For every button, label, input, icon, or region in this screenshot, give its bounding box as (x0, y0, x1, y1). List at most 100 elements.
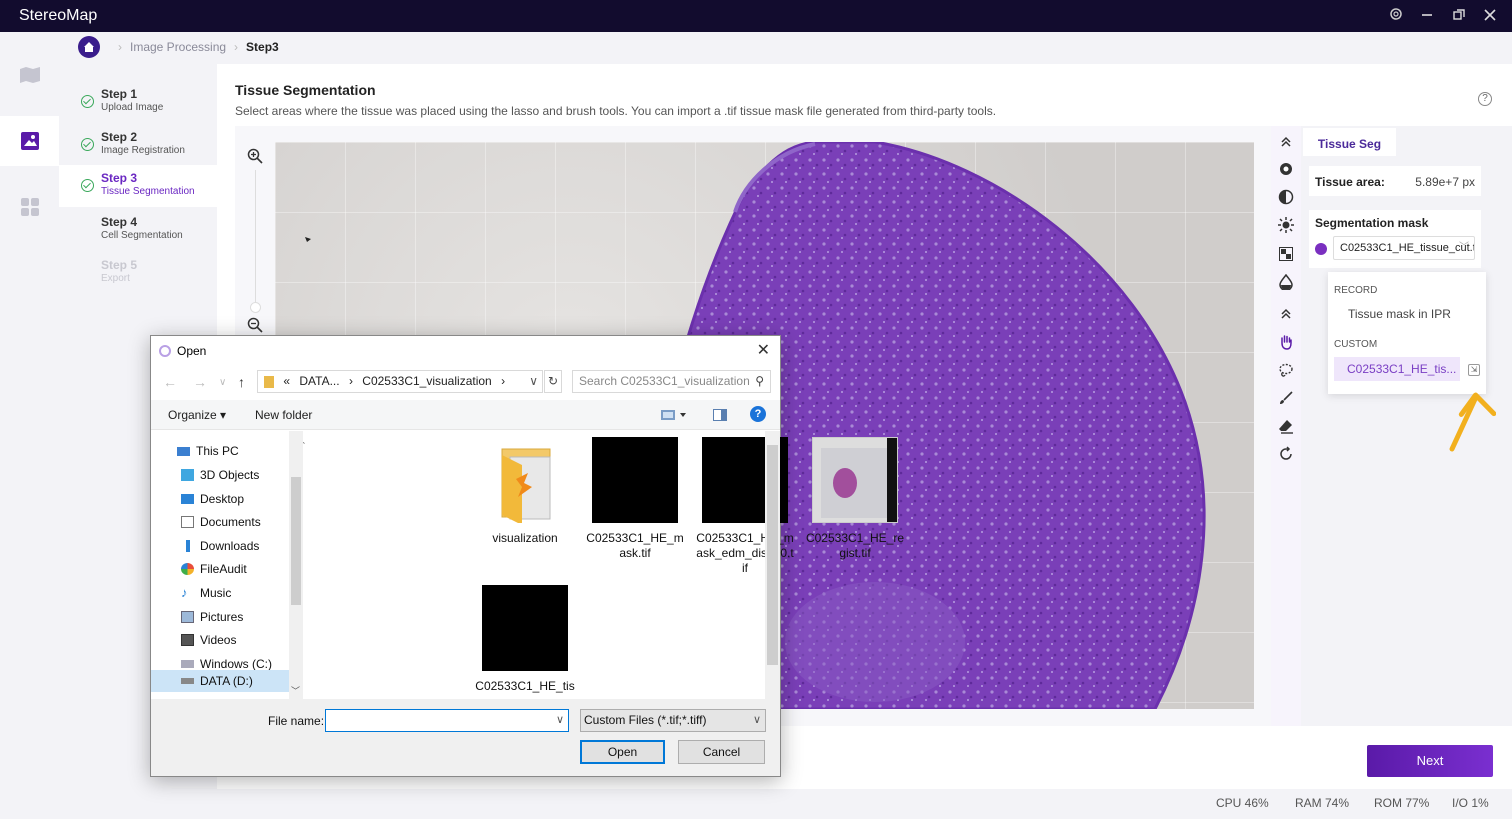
tree-item-3d-objects[interactable]: 3D Objects (181, 468, 259, 482)
new-folder-button[interactable]: New folder (255, 408, 312, 422)
segmentation-mask-select[interactable]: C02533C1_HE_tissue_cut.tif ﹀ (1333, 236, 1475, 260)
title-bar: StereoMap (0, 0, 1512, 32)
recent-locations-icon[interactable]: ∨ (219, 377, 226, 388)
help-icon[interactable]: ? (1478, 92, 1492, 106)
scroll-down-icon[interactable]: ﹀ (291, 684, 300, 697)
file-type-value: Custom Files (*.tif;*.tiff) (584, 713, 707, 727)
zoom-slider-handle[interactable] (250, 302, 261, 313)
breadcrumb-item-image-processing[interactable]: Image Processing (130, 40, 226, 54)
tree-item-fileaudit[interactable]: FileAudit (181, 562, 247, 576)
brightness-icon[interactable] (1276, 215, 1296, 235)
tree-scrollbar-thumb[interactable] (291, 477, 301, 605)
rail-item-map[interactable] (0, 50, 59, 100)
checkerboard-icon[interactable] (1276, 244, 1296, 264)
file-name-caption: visualization (492, 531, 558, 545)
help-icon[interactable]: ? (750, 406, 766, 422)
tree-item-label: Music (200, 586, 232, 600)
dialog-title: Open (177, 344, 207, 358)
collapse-up-icon[interactable] (1276, 304, 1296, 324)
zoom-slider-track[interactable] (255, 170, 256, 306)
address-segment-folder[interactable]: C02533C1_visualization (362, 374, 491, 388)
reset-icon[interactable] (1276, 444, 1296, 464)
cpu-usage: CPU 46% (1216, 796, 1269, 810)
brush-icon[interactable] (1276, 388, 1296, 408)
contrast-icon[interactable] (1276, 187, 1296, 207)
next-button[interactable]: Next (1367, 745, 1493, 777)
step-2[interactable]: Step 2 Image Registration (59, 124, 217, 166)
eraser-icon[interactable] (1276, 416, 1296, 436)
address-segment-data[interactable]: DATA... (299, 374, 339, 388)
tab-tissue-seg[interactable]: Tissue Seg (1303, 128, 1396, 156)
minimize-icon[interactable] (1417, 6, 1437, 26)
app-title: StereoMap (19, 7, 98, 24)
file-item-mask[interactable]: C02533C1_HE_mask.tif (585, 437, 685, 561)
chevron-down-icon[interactable]: ∨ (556, 713, 564, 726)
tree-item-downloads[interactable]: Downloads (181, 539, 259, 553)
search-input[interactable]: Search C02533C1_visualization ⚲ (572, 370, 771, 393)
cancel-button[interactable]: Cancel (678, 740, 765, 764)
restore-icon[interactable] (1449, 6, 1469, 26)
file-item-tissue[interactable]: C02533C1_HE_tis (475, 585, 575, 694)
file-item-folder[interactable]: visualization (475, 437, 575, 546)
settings-gear-icon[interactable] (1276, 159, 1296, 179)
tree-item-pictures[interactable]: Pictures (181, 610, 243, 624)
step-1[interactable]: Step 1 Upload Image (59, 81, 217, 123)
collapse-up-icon[interactable] (1276, 132, 1296, 152)
hand-pan-icon[interactable] (1276, 332, 1296, 352)
io-usage: I/O 1% (1452, 796, 1489, 810)
chevron-down-icon: ∨ (752, 714, 761, 726)
tree-item-label: Videos (200, 633, 237, 647)
tree-scrollbar[interactable]: ﹀ (289, 431, 303, 699)
tree-item-music[interactable]: ♪ Music (181, 586, 231, 600)
dropdown-option-tissue-mask-ipr[interactable]: Tissue mask in IPR (1348, 307, 1451, 321)
close-icon[interactable] (1480, 6, 1500, 26)
apps-icon (20, 198, 39, 216)
tree-item-videos[interactable]: Videos (181, 633, 236, 647)
organize-button[interactable]: Organize ▾ (168, 408, 226, 422)
chevron-down-icon: ﹀ (1459, 242, 1469, 253)
dialog-footer: File name: ∨ Custom Files (*.tif;*.tiff)… (151, 699, 780, 776)
file-list-scrollbar-thumb[interactable] (767, 445, 778, 665)
address-dropdown-icon[interactable]: ∨ (529, 371, 538, 392)
dialog-title-bar: Open (159, 344, 206, 358)
home-icon[interactable] (78, 36, 100, 58)
saturation-drop-icon[interactable] (1276, 272, 1296, 292)
file-item-regist[interactable]: C02533C1_HE_regist.tif (805, 437, 905, 561)
navigation-tree: ︿ This PC 3D Objects Desktop Documents D… (151, 431, 305, 699)
tree-item-desktop[interactable]: Desktop (181, 492, 244, 506)
forward-arrow-icon[interactable]: → (193, 374, 207, 390)
refresh-icon[interactable]: ↻ (544, 370, 562, 393)
up-arrow-icon[interactable]: ↑ (238, 374, 245, 390)
address-prefix: « (283, 374, 291, 388)
zoom-in-icon[interactable] (247, 148, 263, 164)
file-type-select[interactable]: Custom Files (*.tif;*.tiff) ∨ (580, 709, 766, 732)
tree-item-this-pc[interactable]: This PC (177, 444, 239, 458)
dialog-close-icon[interactable]: ✕ (757, 340, 770, 360)
step-4[interactable]: Step 4 Cell Segmentation (59, 209, 217, 251)
file-list-scrollbar[interactable] (765, 431, 780, 699)
import-file-icon[interactable]: ⇲ (1468, 364, 1480, 376)
view-options-icon[interactable] (661, 409, 687, 424)
rail-item-apps[interactable] (0, 182, 59, 232)
image-thumbnail (592, 437, 678, 523)
tree-item-windows-c[interactable]: Windows (C:) (181, 657, 272, 671)
dropdown-option-custom-mask[interactable]: C02533C1_HE_tis... (1334, 357, 1460, 381)
step-title: Step 2 (101, 130, 138, 144)
back-arrow-icon[interactable]: ← (163, 374, 177, 390)
file-name-input[interactable]: ∨ (325, 709, 569, 732)
rail-item-image[interactable] (0, 116, 59, 166)
tree-item-documents[interactable]: Documents (181, 515, 261, 529)
step-title: Step 5 (101, 258, 138, 272)
settings-icon[interactable] (1386, 6, 1406, 26)
preview-pane-icon[interactable] (713, 409, 727, 424)
tree-item-data-d[interactable]: DATA (D:) (151, 670, 289, 692)
address-separator: › (348, 374, 353, 388)
lasso-icon[interactable] (1276, 360, 1296, 380)
mask-color-dot[interactable] (1315, 243, 1327, 255)
open-button[interactable]: Open (580, 740, 665, 764)
step-3[interactable]: Step 3 Tissue Segmentation (59, 165, 217, 207)
address-bar[interactable]: « DATA... › C02533C1_visualization › ∨ (257, 370, 543, 393)
check-icon (81, 138, 94, 151)
file-item-mask-edm[interactable]: C02533C1_HE_mask_edm_dis_10.tif (695, 437, 795, 576)
zoom-out-icon[interactable] (247, 317, 263, 333)
